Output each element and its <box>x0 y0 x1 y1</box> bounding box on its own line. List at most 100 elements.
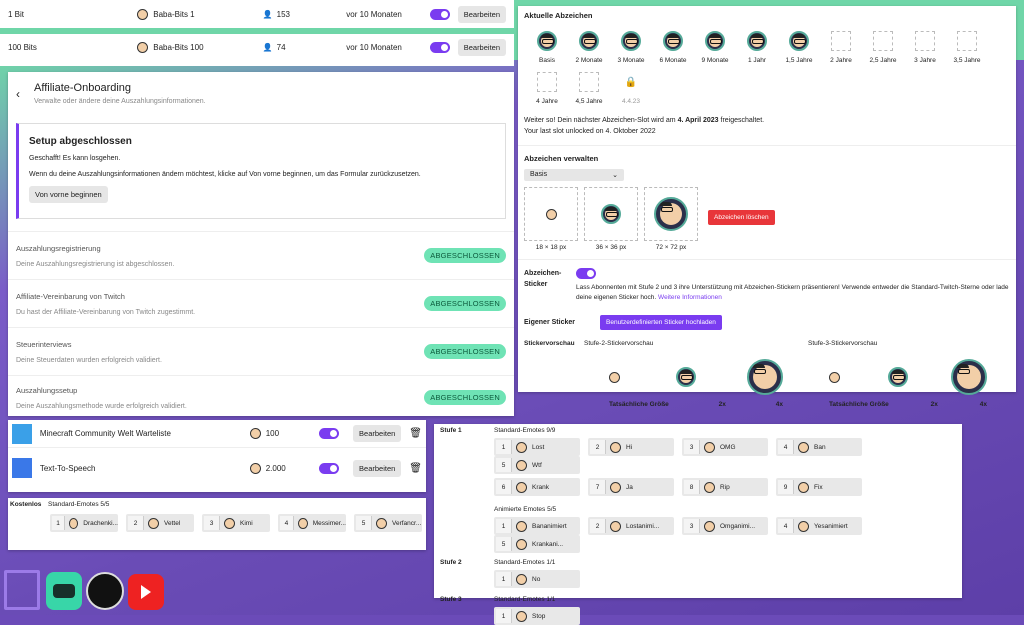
badge-preview-36[interactable] <box>584 187 638 241</box>
emote-slot[interactable]: 2 Vettel <box>126 514 194 532</box>
user-icon: 👤 <box>262 9 273 19</box>
emotes-panel: Stufe 1 Standard-Emotes 9/9 1 Lost 2 Hi 3 OMG… <box>434 424 962 625</box>
trash-icon[interactable]: 🗑 <box>409 428 422 439</box>
emote-slot[interactable]: 4 Messimer... <box>278 514 346 532</box>
badge-slot[interactable]: 3 Monate <box>610 31 652 64</box>
enable-toggle[interactable] <box>319 462 340 474</box>
emote-name: Verfancr... <box>392 519 422 527</box>
emote-name: Hi <box>626 443 633 451</box>
enable-toggle[interactable] <box>429 41 450 53</box>
delete-badge-button[interactable]: Abzeichen löschen <box>708 210 775 225</box>
emote-number: 7 <box>590 480 606 494</box>
emote-slot[interactable]: 4 Yesanimiert <box>776 517 862 535</box>
step-title: Auszahlungsregistrierung <box>16 243 101 253</box>
user-icon: 👤 <box>262 42 273 52</box>
enable-toggle[interactable] <box>319 428 340 439</box>
badge-slot[interactable]: 3 Jahre <box>904 31 946 64</box>
restart-button[interactable]: Von vorne beginnen <box>29 186 108 203</box>
emote-group-header: Standard-Emotes 9/9 <box>494 427 556 434</box>
emote-name: Ban <box>814 443 826 451</box>
emote-slot[interactable]: 3 OMG <box>682 438 768 456</box>
badge-slot[interactable]: 9 Monate <box>694 31 736 64</box>
empty-badge-slot-icon <box>915 31 935 51</box>
affiliate-panel: ‹ Affiliate-Onboarding Verwalte oder änd… <box>8 72 514 416</box>
upload-sticker-button[interactable]: Benutzerdefinierten Sticker hochladen <box>600 315 722 330</box>
badge-label: 3 Monate <box>617 57 645 64</box>
badge-slot[interactable]: 2 Monate <box>568 31 610 64</box>
emote-slot[interactable]: 1 No <box>494 570 580 588</box>
emote-slot[interactable]: 2 Lostanimi... <box>588 517 674 535</box>
sticker-toggle[interactable] <box>576 268 596 279</box>
emote-slot[interactable]: 2 Hi <box>588 438 674 456</box>
badge-icon <box>621 31 641 51</box>
badge-preview-18[interactable] <box>524 187 578 241</box>
emote-name: Krank <box>532 483 549 491</box>
emote-number: 3 <box>204 516 220 530</box>
emote-slot[interactable]: 1 Stop <box>494 607 580 625</box>
step-desc: Du hast der Affiliate-Vereinbarung von T… <box>16 308 196 316</box>
badge-label: 2 Monate <box>575 57 603 64</box>
badge-preview-72[interactable] <box>644 187 698 241</box>
badge-slot[interactable]: 2 Jahre <box>820 31 862 64</box>
emote-icon <box>224 517 235 529</box>
emote-slot[interactable]: 1 Drachenki... <box>50 514 118 532</box>
badge-slot[interactable]: 🔒 4.4.23 <box>610 72 652 106</box>
emote-icon <box>516 459 527 471</box>
tier-label: Stufe 3 <box>440 596 462 603</box>
emote-slot[interactable]: 1 Bananimiert <box>494 517 580 535</box>
badge-slot[interactable]: 1,5 Jahre <box>778 31 820 64</box>
edit-button[interactable]: Bearbeiten <box>457 38 506 56</box>
sticker-label: Abzeichen-Sticker <box>524 270 562 288</box>
emote-slot[interactable]: 7 Ja <box>588 478 674 496</box>
edit-button[interactable]: Bearbeiten <box>353 425 402 442</box>
badge-slot[interactable]: 1 Jahr <box>736 31 778 64</box>
reward-icon <box>12 423 32 444</box>
emote-slot[interactable]: 3 Kimi <box>202 514 270 532</box>
emote-number: 1 <box>496 609 512 623</box>
badge-slot[interactable]: 4,5 Jahre <box>568 72 610 105</box>
step-row: Affiliate-Vereinbarung von Twitch Du has… <box>8 279 514 327</box>
emote-number: 5 <box>496 537 512 551</box>
emote-name: Drachenki... <box>83 519 118 527</box>
emote-slot[interactable]: 9 Fix <box>776 478 862 496</box>
emote-name: Lostanimi... <box>626 522 660 530</box>
emote-slot[interactable]: 5 Verfancr... <box>354 514 422 532</box>
badge-slot[interactable]: 2,5 Jahre <box>862 31 904 64</box>
emote-name: Messimer... <box>312 519 346 527</box>
setup-title: Setup abgeschlossen <box>29 136 132 147</box>
badge-slot[interactable]: Basis <box>526 31 568 64</box>
badge-slot[interactable]: 4 Jahre <box>526 72 568 105</box>
step-title: Affiliate-Vereinbarung von Twitch <box>16 291 125 301</box>
edit-button[interactable]: Bearbeiten <box>353 459 402 477</box>
trash-icon[interactable]: 🗑 <box>409 463 422 474</box>
more-info-link[interactable]: Weitere Informationen <box>658 294 722 301</box>
emote-number: 5 <box>496 458 512 472</box>
badge-icon <box>789 31 809 51</box>
reward-icon <box>12 458 32 478</box>
enable-toggle[interactable] <box>429 8 450 20</box>
emote-slot[interactable]: 8 Rip <box>682 478 768 496</box>
size-caption: 2x <box>718 401 726 408</box>
badge-select[interactable]: Basis ⌄ <box>524 169 624 181</box>
emote-slot[interactable]: 1 Lost <box>494 438 580 456</box>
badge-slot[interactable]: 6 Monate <box>652 31 694 64</box>
badge-label: 4 Jahre <box>536 98 558 105</box>
edit-button[interactable]: Bearbeiten <box>457 5 506 23</box>
emote-icon <box>610 441 621 453</box>
emote-number: 9 <box>778 480 794 494</box>
empty-badge-slot-icon <box>579 72 599 92</box>
step-row: Auszahlungsregistrierung Deine Auszahlun… <box>8 231 514 279</box>
badge-icon <box>537 31 557 51</box>
emote-slot[interactable]: 5 Krankani... <box>494 535 580 553</box>
emote-name: Lost <box>532 443 545 451</box>
emote-icon <box>704 441 715 453</box>
badge-slot[interactable]: 3,5 Jahre <box>946 31 988 64</box>
emote-slot[interactable]: 4 Ban <box>776 438 862 456</box>
emote-slot[interactable]: 3 Omganimi... <box>682 517 768 535</box>
rewards-bottom-panel: Minecraft Community Welt Warteliste 100 … <box>8 420 426 492</box>
emote-number: 6 <box>496 480 512 494</box>
tier2-preview-label: Stufe-2-Stickervorschau <box>584 340 654 347</box>
back-chevron-icon[interactable]: ‹ <box>16 87 20 101</box>
emote-slot[interactable]: 6 Krank <box>494 478 580 496</box>
emote-slot[interactable]: 5 Wtf <box>494 456 580 474</box>
